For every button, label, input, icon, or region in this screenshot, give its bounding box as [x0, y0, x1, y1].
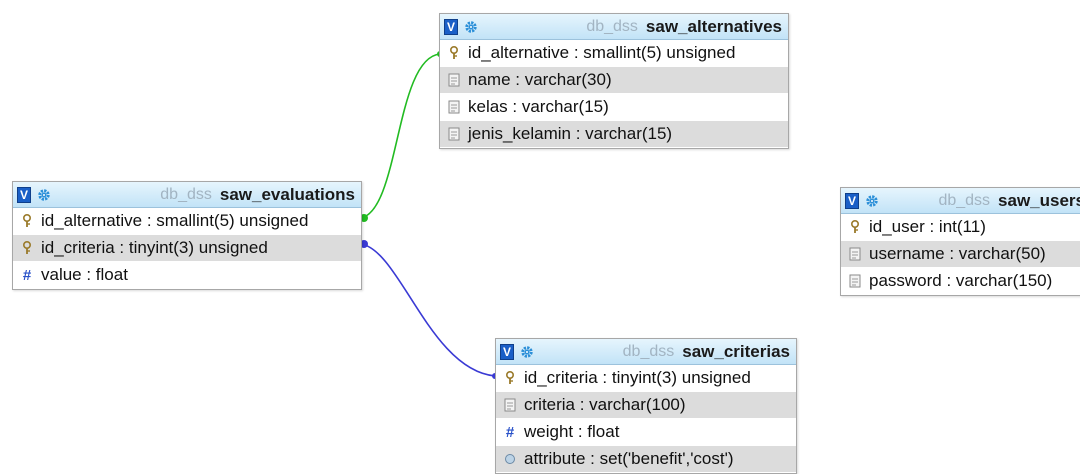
column-label: id_criteria : tinyint(3) unsigned [524, 368, 751, 387]
gear-icon[interactable] [865, 194, 879, 208]
column-row: id_alternative : smallint(5) unsigned [13, 208, 361, 235]
table-saw-evaluations[interactable]: V db_dss saw_evaluations id_alternative … [12, 181, 362, 290]
column-row: jenis_kelamin : varchar(15) [440, 121, 788, 148]
relation-line-criterias [360, 243, 496, 377]
column-row: id_user : int(11) [841, 214, 1080, 241]
key-icon [502, 370, 518, 386]
number-icon: # [505, 423, 515, 441]
column-label: name : varchar(30) [468, 70, 612, 89]
column-row: password : varchar(150) [841, 268, 1080, 295]
text-field-icon [502, 397, 518, 413]
column-label: password : varchar(150) [869, 271, 1053, 290]
table-saw-users[interactable]: V db_dss saw_users id_user : int(11) use… [840, 187, 1080, 296]
table-header[interactable]: V db_dss saw_alternatives [440, 14, 788, 40]
column-row: # value : float [13, 262, 361, 289]
text-field-icon [847, 273, 863, 289]
table-name: saw_criterias [682, 341, 790, 361]
key-icon [847, 219, 863, 235]
table-header[interactable]: V db_dss saw_evaluations [13, 182, 361, 208]
column-row: username : varchar(50) [841, 241, 1080, 268]
gear-icon[interactable] [37, 188, 51, 202]
column-label: id_alternative : smallint(5) unsigned [41, 211, 309, 230]
text-field-icon [446, 126, 462, 142]
table-saw-criterias[interactable]: V db_dss saw_criterias id_criteria : tin… [495, 338, 797, 474]
key-icon [446, 45, 462, 61]
column-row: # weight : float [496, 419, 796, 446]
toggle-icon[interactable]: V [444, 18, 458, 35]
column-label: weight : float [524, 422, 620, 441]
database-name: db_dss [160, 185, 212, 203]
table-header[interactable]: V db_dss saw_users [841, 188, 1080, 214]
column-row: name : varchar(30) [440, 67, 788, 94]
relation-line-alternatives [360, 53, 441, 219]
text-field-icon [446, 72, 462, 88]
key-icon [19, 213, 35, 229]
toggle-icon[interactable]: V [500, 343, 514, 360]
table-saw-alternatives[interactable]: V db_dss saw_alternatives id_alternative… [439, 13, 789, 149]
text-field-icon [446, 99, 462, 115]
column-row: attribute : set('benefit','cost') [496, 446, 796, 473]
toggle-icon[interactable]: V [17, 186, 31, 203]
column-row: criteria : varchar(100) [496, 392, 796, 419]
column-row: id_alternative : smallint(5) unsigned [440, 40, 788, 67]
database-name: db_dss [622, 342, 675, 360]
table-name: saw_alternatives [645, 16, 782, 36]
text-field-icon [847, 246, 863, 262]
column-label: username : varchar(50) [869, 244, 1046, 263]
column-label: id_user : int(11) [869, 217, 986, 236]
column-row: id_criteria : tinyint(3) unsigned [496, 365, 796, 392]
key-icon [19, 240, 35, 256]
column-row: id_criteria : tinyint(3) unsigned [13, 235, 361, 262]
column-label: kelas : varchar(15) [468, 97, 609, 116]
table-name: saw_users [998, 190, 1080, 210]
gear-icon[interactable] [520, 345, 534, 359]
column-label: id_alternative : smallint(5) unsigned [468, 43, 736, 62]
table-header[interactable]: V db_dss saw_criterias [496, 339, 796, 365]
database-name: db_dss [938, 191, 991, 209]
gear-icon[interactable] [464, 20, 478, 34]
column-label: jenis_kelamin : varchar(15) [468, 124, 673, 143]
toggle-icon[interactable]: V [845, 192, 859, 209]
column-label: value : float [41, 265, 128, 284]
column-label: criteria : varchar(100) [524, 395, 686, 414]
column-label: attribute : set('benefit','cost') [524, 449, 734, 468]
number-icon: # [22, 266, 32, 284]
database-name: db_dss [586, 17, 638, 35]
column-row: kelas : varchar(15) [440, 94, 788, 121]
table-name: saw_evaluations [219, 184, 355, 204]
column-label: id_criteria : tinyint(3) unsigned [41, 238, 268, 257]
set-icon [502, 451, 518, 467]
